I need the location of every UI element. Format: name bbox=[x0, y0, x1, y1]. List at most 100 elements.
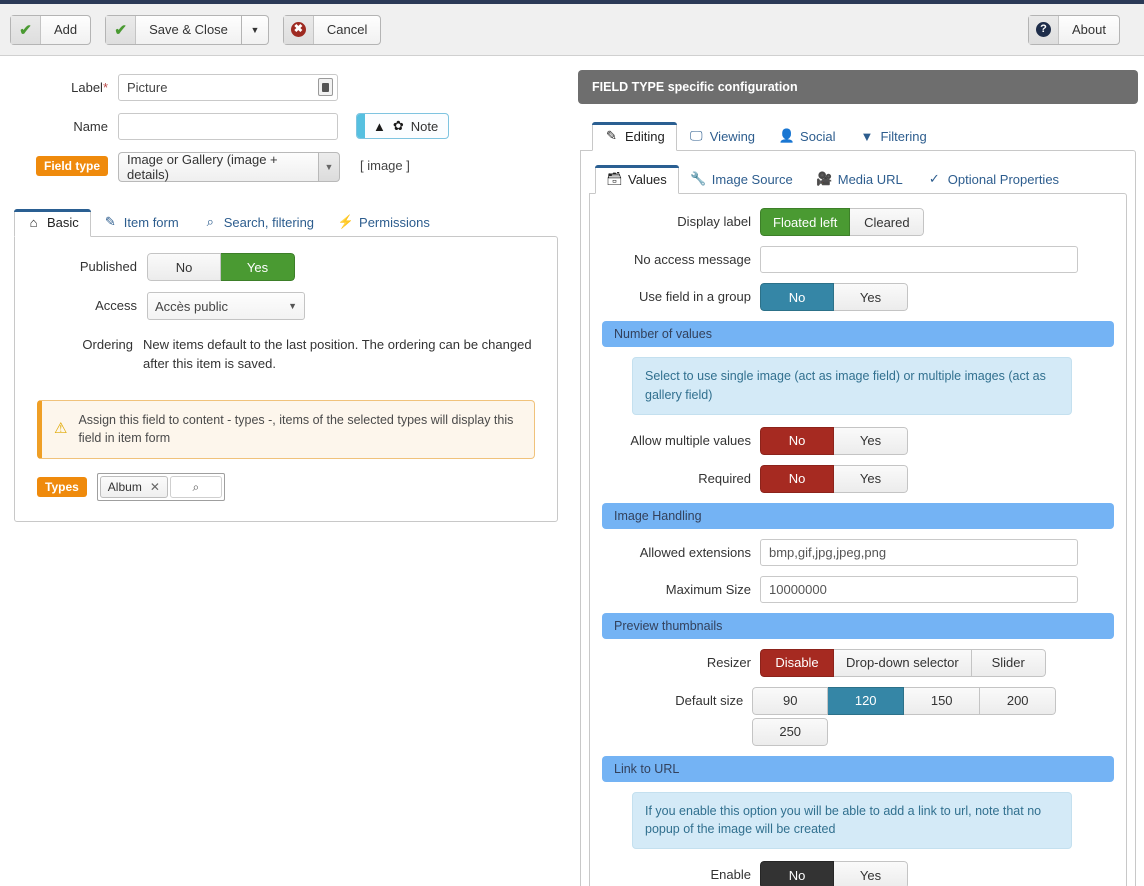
tab-basic[interactable]: ⌂ Basic bbox=[14, 209, 91, 237]
allowed-extensions-input[interactable] bbox=[760, 538, 1078, 566]
default-size-group: 90 120 150 200 250 bbox=[752, 686, 1116, 746]
published-toggle: No Yes bbox=[147, 253, 295, 281]
cancel-label: Cancel bbox=[326, 22, 368, 37]
right-tab-row: ✎ Editing 🖵 Viewing 👤 Social ▼ Filtering bbox=[592, 120, 1138, 151]
link-to-url-header: Link to URL bbox=[602, 755, 1114, 782]
subtab-values[interactable]: 🗃 Values bbox=[595, 165, 679, 194]
tab-search-filtering[interactable]: ⌕ Search, filtering bbox=[191, 208, 326, 236]
about-button[interactable]: ? About bbox=[1028, 14, 1120, 45]
use-field-group-option-yes[interactable]: Yes bbox=[834, 283, 908, 311]
ordering-label: Ordering bbox=[82, 337, 133, 352]
use-field-group-row: Use field in a group No Yes bbox=[600, 283, 1116, 311]
required-option-yes[interactable]: Yes bbox=[834, 464, 908, 493]
field-type-tag-cell: Field type bbox=[0, 152, 118, 176]
no-access-message-input[interactable] bbox=[760, 246, 1078, 273]
basic-tab-panel: Published No Yes Access Accès public ▼ O… bbox=[14, 236, 558, 523]
add-button-label: Add bbox=[54, 22, 78, 37]
maximum-size-input[interactable] bbox=[760, 575, 1078, 603]
subtab-optional-properties[interactable]: ✓ Optional Properties bbox=[915, 165, 1071, 193]
enable-link-label: Enable bbox=[710, 867, 751, 882]
save-dropdown-button[interactable]: ▼ bbox=[241, 14, 269, 45]
allow-multiple-values-option-yes[interactable]: Yes bbox=[834, 426, 908, 455]
tab-permissions-label: Permissions bbox=[359, 214, 430, 230]
subtab-image-source[interactable]: 🔧 Image Source bbox=[679, 165, 805, 193]
close-icon[interactable]: ✕ bbox=[150, 480, 160, 494]
resizer-option-slider[interactable]: Slider bbox=[971, 648, 1046, 677]
warning-triangle-icon: ▲ bbox=[373, 118, 386, 134]
add-button-group: ✔ Add bbox=[10, 14, 92, 45]
main-toolbar: ✔ Add ✔ Save & Close ▼ ✖ Cancel ? About bbox=[0, 4, 1144, 56]
check-circle-icon: ✓ bbox=[928, 171, 940, 186]
default-size-option-90[interactable]: 90 bbox=[752, 686, 829, 715]
published-option-no[interactable]: No bbox=[147, 253, 221, 281]
required-row: Required No Yes bbox=[600, 464, 1116, 493]
subtab-media-url[interactable]: 🎥 Media URL bbox=[805, 165, 915, 193]
allow-multiple-values-label: Allow multiple values bbox=[630, 432, 751, 448]
default-size-option-150[interactable]: 150 bbox=[904, 686, 981, 715]
field-type-select[interactable]: Image or Gallery (image + details) ▼ bbox=[118, 152, 340, 182]
preview-thumbnails-header: Preview thumbnails bbox=[602, 612, 1114, 639]
name-input-wrap bbox=[118, 113, 338, 140]
allowed-extensions-label: Allowed extensions bbox=[639, 544, 751, 560]
editing-tab-panel: 🗃 Values 🔧 Image Source 🎥 Media URL ✓ Op… bbox=[580, 150, 1136, 886]
cancel-button[interactable]: ✖ Cancel bbox=[282, 14, 382, 45]
tab-filtering[interactable]: ▼ Filtering bbox=[847, 123, 938, 150]
enable-link-option-no[interactable]: No bbox=[760, 861, 834, 886]
add-button[interactable]: ✔ Add bbox=[10, 14, 92, 45]
display-label-option-cleared[interactable]: Cleared bbox=[850, 208, 925, 236]
required-asterisk: * bbox=[102, 80, 108, 95]
note-button-label: Note bbox=[410, 118, 439, 134]
resizer-toggle: Disable Drop-down selector Slider bbox=[760, 648, 1046, 677]
use-field-group-option-no[interactable]: No bbox=[760, 283, 834, 311]
tab-item-form[interactable]: ✎ Item form bbox=[91, 208, 191, 236]
types-search-button[interactable]: ⌕ bbox=[169, 476, 222, 499]
values-subtab-panel: Display label Floated left Cleared No ac… bbox=[589, 193, 1127, 886]
enable-link-option-yes[interactable]: Yes bbox=[834, 861, 908, 886]
right-subtab-row: 🗃 Values 🔧 Image Source 🎥 Media URL ✓ Op… bbox=[595, 163, 1135, 194]
allow-multiple-values-option-no[interactable]: No bbox=[760, 426, 834, 455]
resizer-option-disable[interactable]: Disable bbox=[760, 648, 834, 677]
published-option-yes[interactable]: Yes bbox=[221, 253, 295, 281]
required-option-no[interactable]: No bbox=[760, 464, 834, 493]
label-input[interactable] bbox=[118, 74, 338, 101]
access-selected-value: Accès public bbox=[155, 298, 228, 314]
field-type-row: Field type Image or Gallery (image + det… bbox=[0, 152, 572, 182]
save-close-button[interactable]: ✔ Save & Close bbox=[105, 14, 242, 45]
label-editor-icon[interactable] bbox=[318, 78, 333, 96]
ordering-description: New items default to the last position. … bbox=[143, 337, 532, 371]
image-handling-header: Image Handling bbox=[602, 502, 1114, 529]
default-size-option-250[interactable]: 250 bbox=[752, 717, 829, 746]
display-label-option-floated-left[interactable]: Floated left bbox=[760, 208, 851, 236]
field-type-tag: Field type bbox=[35, 156, 108, 176]
subtab-media-url-label: Media URL bbox=[837, 171, 903, 187]
default-size-label: Default size bbox=[675, 692, 744, 708]
required-label: Required bbox=[698, 470, 751, 486]
tab-viewing[interactable]: 🖵 Viewing bbox=[677, 122, 767, 150]
save-close-button-group: ✔ Save & Close ▼ bbox=[105, 14, 269, 45]
allowed-extensions-row: Allowed extensions bbox=[600, 538, 1116, 566]
tab-editing[interactable]: ✎ Editing bbox=[592, 122, 677, 151]
tab-permissions[interactable]: ⚡ Permissions bbox=[326, 208, 442, 236]
subtab-optional-properties-label: Optional Properties bbox=[947, 171, 1060, 187]
types-input-field[interactable]: Album ✕ ⌕ bbox=[96, 473, 225, 502]
no-access-message-label: No access message bbox=[633, 252, 751, 267]
gear-icon: ✿ bbox=[392, 118, 404, 133]
help-circle-icon: ? bbox=[1029, 15, 1060, 44]
subtab-image-source-label: Image Source bbox=[711, 171, 793, 187]
tab-social-label: Social bbox=[800, 128, 836, 144]
access-label: Access bbox=[95, 298, 137, 313]
default-size-option-120[interactable]: 120 bbox=[828, 686, 905, 715]
main-content: Label* Name ▲ ✿ Note Fie bbox=[0, 56, 1144, 886]
type-chip-album[interactable]: Album ✕ bbox=[99, 476, 168, 499]
note-button[interactable]: ▲ ✿ Note bbox=[356, 113, 450, 139]
tab-social[interactable]: 👤 Social bbox=[767, 122, 847, 150]
users-icon: 👤 bbox=[778, 128, 795, 143]
display-label-caption: Display label bbox=[677, 214, 751, 229]
name-input[interactable] bbox=[118, 113, 338, 140]
field-type-config-header: FIELD TYPE specific configuration bbox=[578, 70, 1138, 104]
access-select[interactable]: Accès public ▼ bbox=[147, 292, 305, 320]
default-size-option-200[interactable]: 200 bbox=[980, 686, 1057, 715]
name-field-row: Name ▲ ✿ Note bbox=[0, 113, 572, 140]
cancel-button-group: ✖ Cancel bbox=[282, 14, 382, 45]
resizer-option-dropdown-selector[interactable]: Drop-down selector bbox=[834, 648, 972, 677]
